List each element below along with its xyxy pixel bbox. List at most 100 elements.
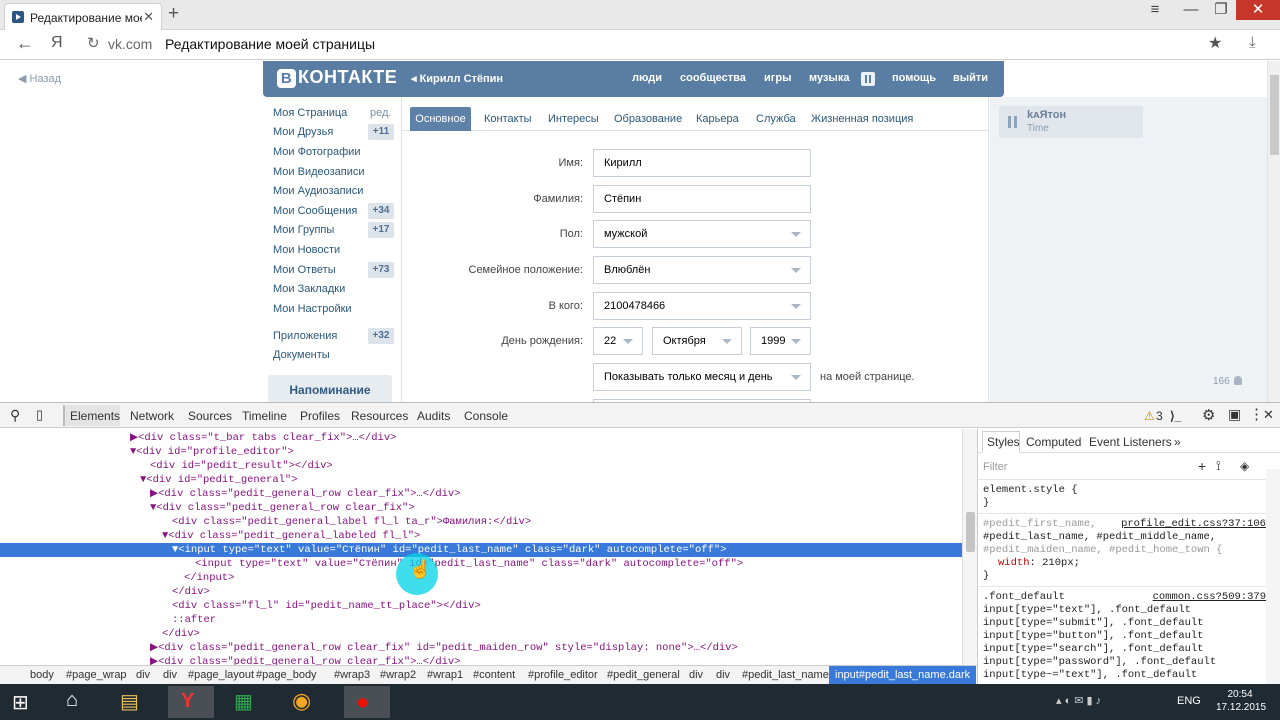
browser-menu-icon[interactable]: ≡: [1140, 0, 1170, 22]
dom-node-line[interactable]: ▼<div id="pedit_general">: [0, 473, 962, 487]
dom-node-line[interactable]: ▼<div class="pedit_general_labeled fl_l"…: [0, 529, 962, 543]
tab-contacts[interactable]: Контакты: [484, 113, 532, 125]
yandex-button[interactable]: Я: [51, 34, 63, 52]
pause-icon[interactable]: [861, 72, 875, 86]
rule2-selector-2[interactable]: input[type="text"], .font_default: [983, 604, 1191, 617]
dom-node-line[interactable]: ::after: [0, 613, 962, 627]
audio-player[interactable]: [999, 106, 1143, 138]
console-drawer-icon[interactable]: ⟩_: [1170, 409, 1181, 423]
tab-career[interactable]: Карьера: [696, 113, 739, 125]
tray-icons[interactable]: ▴ ◐ ✉ ▮ ♪: [1056, 694, 1101, 707]
tab-console[interactable]: Console: [464, 409, 508, 423]
rule2-selector-1[interactable]: .font_default: [983, 591, 1065, 604]
home-icon[interactable]: ⌂: [66, 689, 78, 712]
url-page-title[interactable]: Редактирование моей страницы: [165, 36, 375, 52]
birthday-day-select[interactable]: 22: [593, 327, 643, 355]
dom-node-line[interactable]: </div>: [0, 585, 962, 599]
last-name-input[interactable]: Стёпин: [593, 185, 811, 213]
dom-scrollbar[interactable]: [962, 429, 977, 665]
sidebar-item-bookmarks[interactable]: Мои Закладки: [273, 283, 345, 295]
new-rule-icon[interactable]: +: [1198, 458, 1206, 474]
nav-people[interactable]: люди: [632, 72, 662, 84]
tab-education[interactable]: Образование: [614, 113, 682, 125]
audio-pause-icon[interactable]: [1008, 116, 1017, 128]
sidebar-item-settings[interactable]: Мои Настройки: [273, 303, 352, 315]
edit-link[interactable]: ред.: [370, 107, 391, 119]
sex-select[interactable]: мужской: [593, 220, 811, 248]
sidebar-item-friends[interactable]: Мои Друзья: [273, 126, 333, 138]
relationship-select[interactable]: Влюблён: [593, 256, 811, 284]
dom-node-line[interactable]: </div>: [0, 627, 962, 641]
rule1-selector-3[interactable]: #pedit_maiden_name, #pedit_home_town {: [983, 544, 1222, 557]
tab-service[interactable]: Служба: [756, 113, 796, 125]
online-count[interactable]: 166: [1213, 376, 1242, 387]
nav-games[interactable]: игры: [764, 72, 791, 84]
messages-count-badge[interactable]: +34: [368, 203, 394, 219]
tab-basic[interactable]: Основное: [410, 107, 471, 131]
sidebar-item-answers[interactable]: Мои Ответы: [273, 264, 336, 276]
dom-node-line[interactable]: ▶<div class="pedit_general_row clear_fix…: [0, 641, 962, 655]
download-icon[interactable]: ⤓: [1249, 34, 1256, 51]
clock[interactable]: 20:54 17.12.2015: [1216, 688, 1266, 714]
url-host[interactable]: vk.com: [108, 36, 152, 52]
window-close-button[interactable]: ✕: [1236, 0, 1280, 20]
sidebar-item-videos[interactable]: Мои Видеозаписи: [273, 166, 365, 178]
chrome-icon[interactable]: ◉: [292, 688, 311, 714]
breadcrumb-item[interactable]: #page_body: [256, 669, 317, 681]
more-menu-icon[interactable]: ⋮: [1249, 405, 1264, 423]
dom-node-line[interactable]: ▼<div id="profile_editor">: [0, 445, 962, 459]
breadcrumb-item[interactable]: #page_wrap: [66, 669, 127, 681]
sidebar-item-groups[interactable]: Мои Группы: [273, 224, 334, 236]
rule2-selector-3[interactable]: input[type="submit"], .font_default: [983, 617, 1204, 630]
rule2-selector-4[interactable]: input[type="button"], .font_default: [983, 630, 1204, 643]
rule1-selector-2[interactable]: #pedit_last_name, #pedit_middle_name,: [983, 531, 1216, 544]
tab-styles[interactable]: Styles: [987, 435, 1020, 449]
styles-filter-input[interactable]: Filter: [983, 461, 1007, 473]
breadcrumb-item[interactable]: #wrap2: [380, 669, 416, 681]
page-scrollbar[interactable]: [1267, 61, 1280, 402]
friends-count-badge[interactable]: +11: [368, 124, 394, 140]
tab-close-icon[interactable]: ✕: [143, 9, 154, 25]
apps-count-badge[interactable]: +32: [368, 328, 394, 344]
force-state-pin-icon[interactable]: ⟟: [1216, 458, 1221, 474]
dom-node-line[interactable]: ▶<div class="t_bar tabs clear_fix">…</di…: [0, 431, 962, 445]
dom-node-line[interactable]: ▼<div class="pedit_general_row clear_fix…: [0, 501, 962, 515]
dock-icon[interactable]: ▣: [1228, 406, 1241, 423]
breadcrumb-item[interactable]: div: [163, 669, 177, 681]
rule1-selector-1[interactable]: #pedit_first_name,: [983, 518, 1096, 531]
devtools-close-icon[interactable]: ✕: [1263, 407, 1274, 423]
birthday-visibility-select[interactable]: Показывать только месяц и день: [593, 363, 811, 391]
rule2-selector-7[interactable]: input[type~="text"], .font_default: [983, 669, 1197, 682]
recorder-taskbar-icon[interactable]: ●: [344, 686, 390, 718]
breadcrumb-item[interactable]: #profile_editor: [528, 669, 598, 681]
warning-icon[interactable]: ⚠: [1144, 409, 1155, 423]
window-maximize-button[interactable]: ❐: [1206, 0, 1236, 22]
sidebar-item-audio[interactable]: Мои Аудиозаписи: [273, 185, 363, 197]
tab-resources[interactable]: Resources: [351, 409, 408, 423]
dom-node-line[interactable]: ▼<input type="text" value="Стёпин" id="p…: [0, 543, 962, 557]
breadcrumb-item[interactable]: #content: [473, 669, 515, 681]
breadcrumb-item[interactable]: #wrap1: [427, 669, 463, 681]
rule1-source-link[interactable]: profile_edit.css?37:106: [1121, 518, 1266, 530]
tab-computed[interactable]: Computed: [1026, 435, 1081, 449]
store-icon[interactable]: ▦: [234, 689, 253, 714]
rule1-declaration[interactable]: width: 210px;: [998, 557, 1080, 570]
rule2-source-link[interactable]: common.css?509:379: [1153, 591, 1266, 603]
tab-timeline[interactable]: Timeline: [242, 409, 287, 423]
tab-sources[interactable]: Sources: [188, 409, 232, 423]
first-name-input[interactable]: Кирилл: [593, 149, 811, 177]
sidebar-item-news[interactable]: Мои Новости: [273, 244, 340, 256]
sidebar-item-photos[interactable]: Мои Фотографии: [273, 146, 360, 158]
file-explorer-icon[interactable]: ▤: [120, 689, 139, 714]
reminder-block[interactable]: Напоминание: [268, 375, 392, 402]
bookmark-star-icon[interactable]: ★: [1208, 33, 1222, 53]
color-format-icon[interactable]: ◈: [1240, 459, 1249, 473]
inspect-icon[interactable]: ⚲: [10, 407, 20, 424]
dom-scrollbar-thumb[interactable]: [966, 512, 975, 552]
breadcrumb-item[interactable]: div: [689, 669, 703, 681]
back-link[interactable]: ◀ Назад: [18, 72, 61, 85]
windows-start-icon[interactable]: ⊞: [12, 690, 29, 715]
dom-node-line[interactable]: <div id="pedit_result"></div>: [0, 459, 962, 473]
dom-node-line[interactable]: <input type="text" value="Стёпин" id="pe…: [0, 557, 962, 571]
nav-music[interactable]: музыка: [809, 72, 849, 84]
